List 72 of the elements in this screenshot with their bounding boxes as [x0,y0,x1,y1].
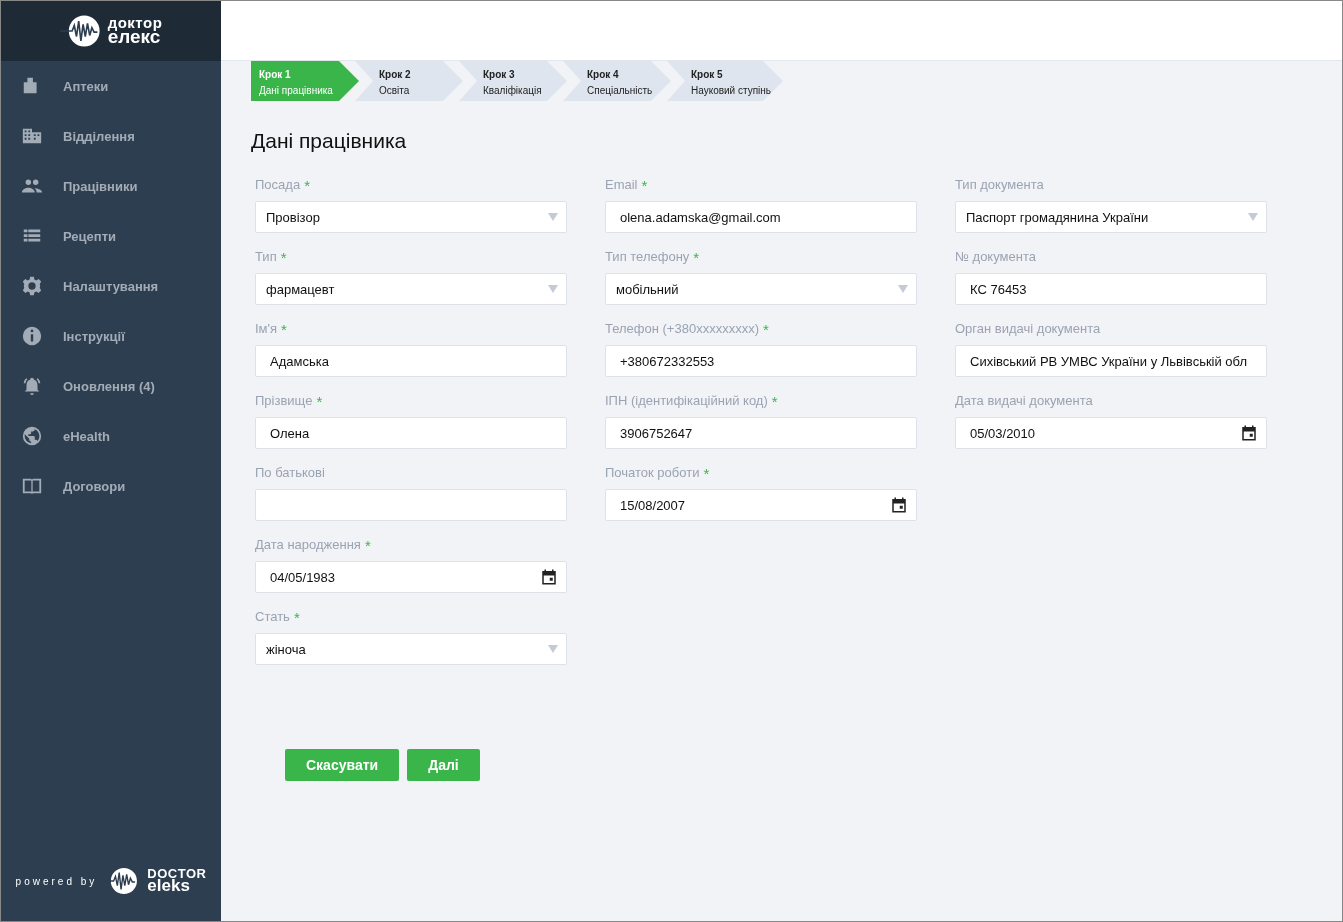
required-mark: * [280,249,287,266]
field-label: Дата народження [255,537,361,552]
select-field[interactable]: Паспорт громадянина України [955,201,1267,233]
nav-item[interactable]: eHealth [1,411,221,461]
field-label: № документа [955,249,1036,264]
date-field[interactable]: 05/03/2010 [955,417,1267,449]
nav-item[interactable]: Інструкції [1,311,221,361]
dropdown-caret-icon [898,285,908,293]
required-mark: * [771,393,778,410]
nav-item[interactable]: Відділення [1,111,221,161]
field-label: ІПН (ідентифікаційний код) [605,393,768,408]
required-mark: * [293,609,300,626]
text-field[interactable]: 3906752647 [605,417,917,449]
powered-by-text: powered by [15,875,98,887]
bell-icon [21,375,43,397]
text-field[interactable]: olena.adamska@gmail.com [605,201,917,233]
logo-text: DOCTOR eleks [147,868,207,894]
required-mark: * [364,537,371,554]
dropdown-caret-icon [1248,213,1258,221]
field-label: Прізвище [255,393,313,408]
field-label: Тип документа [955,177,1044,192]
field-label: Тип телефону [605,249,690,264]
field-label: Початок роботи [605,465,700,480]
text-field[interactable]: Олена [255,417,567,449]
required-mark: * [763,321,769,338]
nav-item[interactable]: Оновлення (4) [1,361,221,411]
select-field[interactable]: мобільний [605,273,917,305]
field-label: Email [605,177,638,192]
field-label: Тип [255,249,277,264]
required-mark: * [641,177,648,194]
select-field[interactable]: жіноча [255,633,567,665]
nav-item[interactable]: Рецепти [1,211,221,261]
text-field[interactable]: Сихівський РВ УМВС України у Львівській обл [955,345,1267,377]
required-mark: * [316,393,323,410]
field-label: Орган видачі документа [955,321,1101,336]
wizard-step[interactable]: Крок 5 Науковий ступінь [667,61,784,101]
dropdown-caret-icon [548,213,558,221]
required-mark: * [703,465,710,482]
nav-item[interactable]: Працівники [1,161,221,211]
field-label: Телефон (+380xxxxxxxxx) [605,321,759,336]
field-label: Дата видачі документа [955,393,1093,408]
field-label: По батькові [255,465,325,480]
date-field[interactable]: 04/05/1983 [255,561,567,593]
field-label: Стать [255,609,290,624]
calendar-icon[interactable] [890,496,908,514]
date-field[interactable]: 15/08/2007 [605,489,917,521]
dropdown-caret-icon [548,645,558,653]
calendar-icon[interactable] [540,568,558,586]
text-field[interactable]: Адамська [255,345,567,377]
wizard-step[interactable]: Крок 4 Спеціальність [563,61,671,101]
required-mark: * [304,177,310,194]
field-label: Посада [255,177,301,192]
logo-text: доктор елекс [107,16,163,46]
wizard-step[interactable]: Крок 3 Кваліфікація [459,61,567,101]
select-field[interactable]: фармацевт [255,273,567,305]
settings-icon [21,275,43,297]
field-label: Ім'я [255,321,278,336]
required-mark: * [281,321,287,338]
required-mark: * [693,249,700,266]
nav-item[interactable]: Аптеки [1,61,221,111]
nav-item[interactable]: Договори [1,461,221,511]
globe-icon [21,425,43,447]
dropdown-caret-icon [548,285,558,293]
info-icon [21,325,43,347]
text-field[interactable] [255,489,567,521]
text-field[interactable]: +380672332553 [605,345,917,377]
nav-item[interactable]: Налаштування [1,261,221,311]
page-title: Дані працівника [251,129,408,153]
calendar-icon[interactable] [1240,424,1258,442]
wizard-step[interactable]: Крок 2 Освіта [355,61,463,101]
select-field[interactable]: Провізор [255,201,567,233]
text-field[interactable]: КС 76453 [955,273,1267,305]
